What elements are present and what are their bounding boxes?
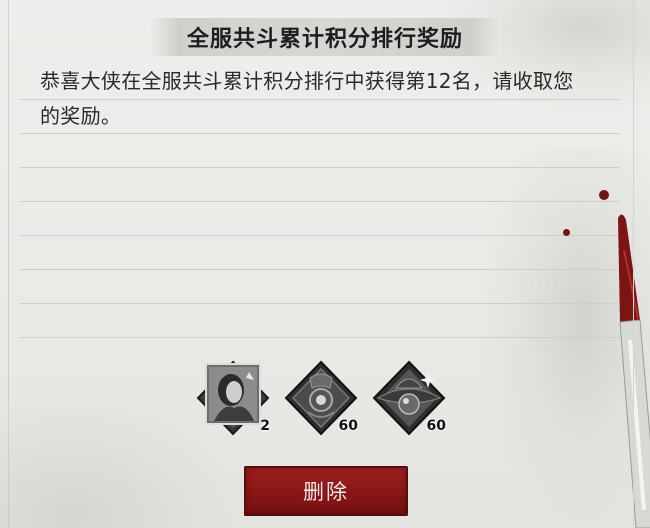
- ruled-line: [20, 337, 620, 338]
- mail-body: 恭喜大侠在全服共斗累计积分排行中获得第12名，请收取您 的奖励。: [40, 64, 615, 134]
- reward-count: 2: [260, 418, 270, 434]
- title-banner: 全服共斗累计积分排行奖励: [150, 18, 500, 56]
- reward-item[interactable]: 60: [370, 358, 448, 438]
- reward-list: 2 60 60: [194, 358, 464, 438]
- reward-count: 60: [426, 418, 446, 434]
- ink-drop-decoration: [563, 229, 570, 236]
- ruled-line: [20, 201, 620, 202]
- delete-button-label: 删除: [303, 480, 349, 504]
- mail-body-line: 恭喜大侠在全服共斗累计积分排行中获得第12名，请收取您: [40, 69, 574, 93]
- mail-title: 全服共斗累计积分排行奖励: [186, 27, 463, 52]
- delete-button[interactable]: 删除: [244, 466, 408, 516]
- mail-body-line: 的奖励。: [40, 104, 122, 128]
- brush-decoration: [618, 214, 650, 528]
- mail-detail-panel: 全服共斗累计积分排行奖励 恭喜大侠在全服共斗累计积分排行中获得第12名，请收取您…: [0, 0, 650, 528]
- ruled-line: [20, 167, 620, 168]
- reward-item[interactable]: 60: [282, 358, 360, 438]
- ink-drop-decoration: [599, 190, 609, 200]
- ruled-line: [20, 235, 620, 236]
- reward-count: 60: [338, 418, 358, 434]
- ruled-line: [20, 303, 620, 304]
- ruled-line: [20, 269, 620, 270]
- reward-item[interactable]: 2: [194, 358, 272, 438]
